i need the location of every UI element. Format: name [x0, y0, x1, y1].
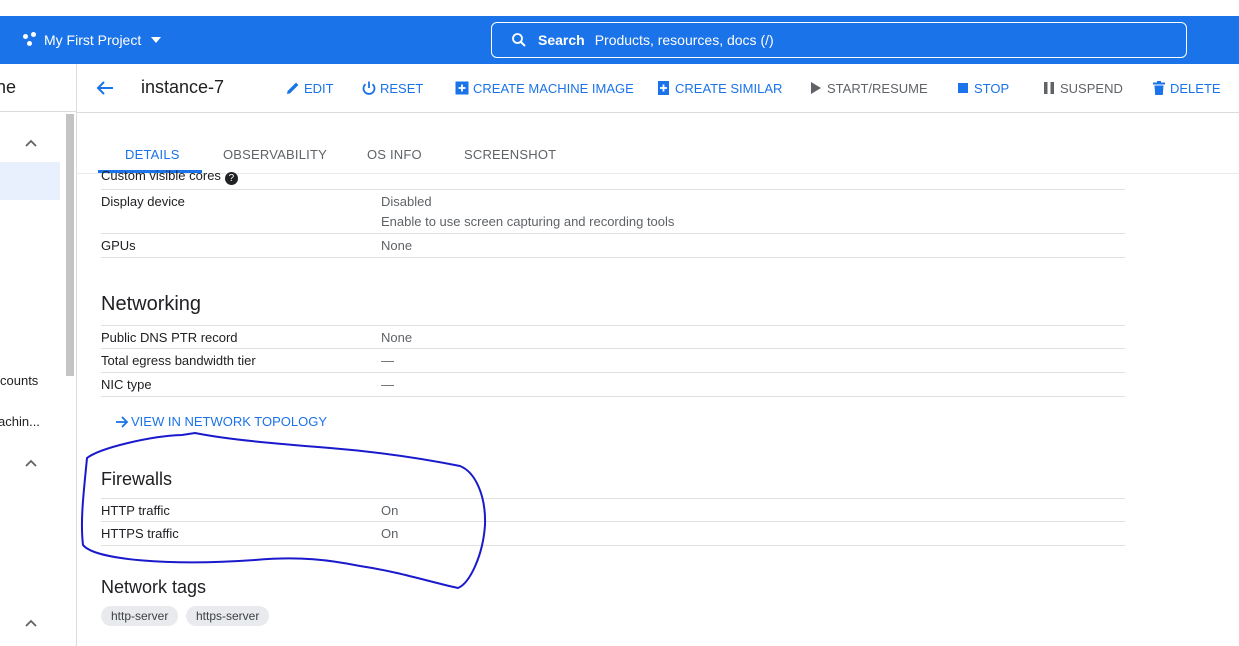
start-resume-label: START/RESUME	[827, 80, 928, 96]
create-similar-label: CREATE SIMILAR	[675, 80, 783, 96]
edit-label: EDIT	[304, 80, 334, 96]
create-similar-button[interactable]: CREATE SIMILAR	[656, 64, 782, 112]
detail-label: GPUs	[101, 238, 136, 253]
sidebar-title: ne	[0, 64, 76, 112]
detail-note: Enable to use screen capturing and recor…	[381, 214, 675, 229]
detail-label: Public DNS PTR record	[101, 330, 238, 345]
detail-row-nic-type: NIC type —	[101, 373, 1125, 397]
project-name: My First Project	[44, 32, 142, 48]
pause-icon	[1044, 82, 1054, 94]
reset-label: RESET	[380, 80, 424, 96]
detail-value: None	[381, 330, 413, 345]
suspend-button[interactable]: SUSPEND	[1041, 64, 1123, 112]
section-title-firewalls: Firewalls	[101, 469, 173, 489]
search-placeholder: Products, resources, docs (/)	[594, 32, 774, 48]
pencil-icon	[287, 82, 299, 94]
section-title-network-tags: Network tags	[101, 577, 207, 597]
tab-screenshot[interactable]: SCREENSHOT	[464, 147, 556, 162]
arrow-right-icon	[116, 415, 129, 428]
detail-value: —	[381, 353, 394, 368]
play-icon	[811, 82, 821, 94]
project-selector[interactable]: My First Project	[22, 16, 162, 64]
instance-name: instance-7	[141, 77, 225, 97]
tab-os-info[interactable]: OS INFO	[367, 147, 422, 162]
chevron-up-icon[interactable]	[24, 618, 38, 628]
detail-label: Display device	[101, 194, 185, 209]
add-copy-icon	[658, 81, 669, 95]
detail-value: On	[381, 526, 399, 541]
instance-header: instance-7 EDIT RESET CREATE MACHINE IMA…	[77, 64, 1239, 113]
back-arrow-icon[interactable]	[95, 78, 115, 98]
network-tag-chip: https-server	[186, 606, 270, 626]
section-title-networking: Networking	[101, 293, 202, 315]
detail-label: Custom visible cores?	[101, 168, 238, 185]
detail-row-display-device: Display device Disabled Enable to use sc…	[101, 190, 1125, 234]
app-bar: My First Project Search Products, resour…	[0, 16, 1239, 64]
create-machine-image-button[interactable]: CREATE MACHINE IMAGE	[454, 64, 634, 112]
detail-row-public-dns: Public DNS PTR record None	[101, 325, 1125, 349]
view-network-topology-link[interactable]: VIEW IN NETWORK TOPOLOGY	[115, 414, 327, 429]
tab-bar: DETAILS OBSERVABILITY OS INFO SCREENSHOT	[77, 113, 1239, 174]
project-icon	[22, 32, 38, 48]
chevron-up-icon[interactable]	[24, 458, 38, 468]
chevron-up-icon[interactable]	[24, 138, 38, 148]
detail-value: Disabled	[381, 194, 432, 209]
tab-observability[interactable]: OBSERVABILITY	[223, 147, 327, 162]
reset-button[interactable]: RESET	[361, 64, 423, 112]
suspend-label: SUSPEND	[1060, 80, 1123, 96]
start-resume-button[interactable]: START/RESUME	[808, 64, 928, 112]
top-strip	[0, 0, 1239, 16]
detail-value: None	[381, 238, 413, 253]
trash-icon	[1153, 81, 1165, 95]
dropdown-caret-icon	[151, 37, 162, 43]
add-box-icon	[455, 81, 469, 95]
sidebar-scrollbar[interactable]	[66, 114, 74, 376]
detail-row-gpus: GPUs None	[101, 234, 1125, 258]
sidebar-title-text: ne	[0, 77, 17, 97]
detail-row-http-traffic: HTTP traffic On	[101, 498, 1125, 522]
delete-label: DELETE	[1170, 80, 1221, 96]
detail-row-custom-visible-cores: Custom visible cores?	[101, 168, 1125, 190]
sidebar-item-machine[interactable]: achin...	[0, 414, 40, 429]
custom-visible-cores-label: Custom visible cores	[101, 168, 221, 183]
network-tag-chip: http-server	[101, 606, 179, 626]
tab-details[interactable]: DETAILS	[125, 147, 180, 162]
power-icon	[362, 81, 376, 95]
search-icon	[512, 33, 526, 47]
left-sidebar: ne counts achin...	[0, 64, 77, 646]
detail-row-egress-tier: Total egress bandwidth tier —	[101, 349, 1125, 373]
detail-label: Total egress bandwidth tier	[101, 353, 256, 368]
delete-button[interactable]: DELETE	[1151, 64, 1221, 112]
view-network-topology-label: VIEW IN NETWORK TOPOLOGY	[131, 414, 327, 429]
sidebar-item-service-accounts[interactable]: counts	[0, 373, 38, 388]
detail-row-https-traffic: HTTPS traffic On	[101, 522, 1125, 546]
create-machine-image-label: CREATE MACHINE IMAGE	[473, 80, 634, 96]
help-icon[interactable]: ?	[224, 172, 238, 185]
detail-value: —	[381, 377, 394, 392]
search-bar[interactable]: Search Products, resources, docs (/)	[491, 22, 1187, 58]
detail-label: HTTPS traffic	[101, 526, 179, 541]
search-label: Search	[538, 32, 585, 48]
sidebar-item-selected[interactable]	[0, 162, 60, 200]
stop-button[interactable]: STOP	[955, 64, 1009, 112]
detail-value: On	[381, 503, 399, 518]
edit-button[interactable]: EDIT	[285, 64, 334, 112]
detail-label: HTTP traffic	[101, 503, 170, 518]
stop-label: STOP	[974, 80, 1010, 96]
detail-label: NIC type	[101, 377, 152, 392]
stop-icon	[958, 83, 968, 93]
